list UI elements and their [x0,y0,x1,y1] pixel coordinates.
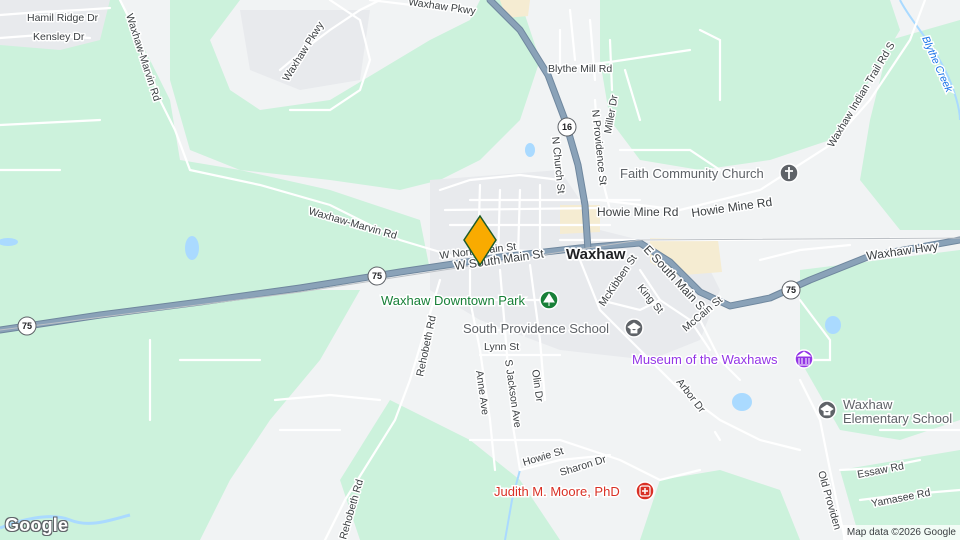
svg-text:Waxhaw Downtown Park: Waxhaw Downtown Park [381,293,526,308]
svg-text:Waxhaw: Waxhaw [843,397,893,412]
svg-text:75: 75 [372,271,382,281]
road-label-hamil-ridge-dr: Hamil Ridge Dr [27,12,99,24]
svg-text:Judith M. Moore, PhD: Judith M. Moore, PhD [494,484,620,499]
svg-text:75: 75 [22,321,32,331]
road-label-kensley-dr: Kensley Dr [33,31,85,43]
google-logo: Google [5,515,69,535]
svg-text:Museum of the Waxhaws: Museum of the Waxhaws [632,352,778,367]
town-label: Waxhaw [566,246,626,263]
route-shield-75-left: 75 [17,316,37,336]
route-shield-75-right: 75 [781,280,801,300]
route-shield-16: 16 [557,117,577,137]
road-label-howie-mine-rd-1: Howie Mine Rd [597,205,678,219]
map-canvas[interactable]: 16 75 75 75 Hamil Ridge Dr Kensley Dr Wa… [0,0,960,540]
road-label-blythe-mill-rd: Blythe Mill Rd [548,63,612,75]
svg-text:South Providence School: South Providence School [463,321,609,336]
svg-text:Faith Community Church: Faith Community Church [620,166,764,181]
svg-text:75: 75 [786,285,796,295]
map-attribution[interactable]: Map data ©2026 Google [842,525,960,540]
route-shield-75-mid: 75 [367,266,387,286]
svg-text:Elementary School: Elementary School [843,411,952,426]
road-label-lynn-st: Lynn St [484,341,519,353]
svg-text:16: 16 [562,122,572,132]
